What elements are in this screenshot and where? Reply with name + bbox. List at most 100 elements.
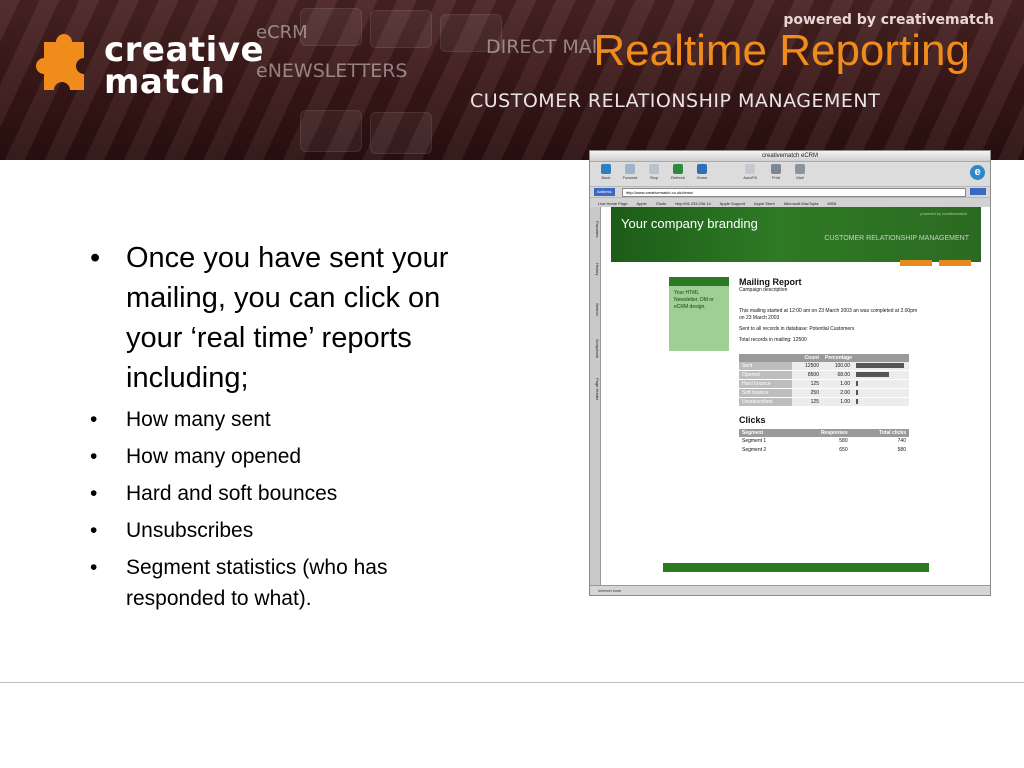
stat-bar-cell [853, 370, 909, 380]
campaign-description: Campaign description [739, 287, 788, 293]
autofill-icon [745, 164, 755, 174]
refresh-button[interactable]: Refresh [668, 164, 688, 182]
clicks-header-row: Segment Responses Total clicks [739, 429, 909, 437]
keyboard-key-decor [300, 8, 362, 46]
link-item[interactable]: iTools [656, 201, 666, 206]
link-item[interactable]: MSN [828, 201, 837, 206]
back-arrow-icon [601, 164, 611, 174]
stat-bar-cell [853, 397, 909, 407]
table-row: Unsubscribed 125 1.00 [739, 397, 909, 407]
design-placeholder-card: Your HTML Newsletter, DM or eCRM design. [669, 277, 729, 351]
home-label: Home [696, 175, 708, 180]
stop-icon [649, 164, 659, 174]
stat-label: Unsubscribed [739, 397, 793, 407]
link-item[interactable]: Live Home Page [598, 201, 628, 206]
stat-label: Sent [739, 362, 793, 371]
table-row: Sent 12500 100.00 [739, 362, 909, 371]
faint-newsletters: eNEWSLETTERS [256, 60, 408, 82]
stat-count: 125 [792, 379, 822, 389]
refresh-icon [673, 164, 683, 174]
side-tab-favorites[interactable]: Favorites [590, 211, 600, 247]
stat-bar-cell [853, 362, 909, 371]
total-records-text: Total records in mailing: 12500 [739, 337, 807, 343]
clicks-title: Clicks [739, 415, 766, 425]
side-tab-scrapbook[interactable]: Scrapbook [590, 331, 600, 367]
bullet-item: How many opened [84, 441, 464, 472]
report-title: Mailing Report [739, 277, 802, 287]
sent-to-text: Sent to all records in database: Potenti… [739, 326, 855, 332]
stats-table: Count Percentage Sent 12500 100.00 Opene… [739, 354, 909, 407]
print-label: Print [771, 175, 781, 180]
go-button[interactable] [970, 188, 986, 195]
stat-percentage: 100.00 [822, 362, 853, 371]
mail-button[interactable]: Mail [790, 164, 810, 182]
side-tab-page-holder[interactable]: Page Holder [590, 371, 600, 407]
address-input[interactable]: http://www.creativematch.co.uk/demo/ [622, 188, 966, 197]
mail-label: Mail [796, 175, 804, 180]
inner-powered-text: powered by creativematch [920, 211, 967, 216]
inner-orange-button[interactable] [899, 260, 932, 266]
stop-button[interactable]: Stop [644, 164, 664, 182]
keyboard-key-decor [370, 10, 432, 48]
header-banner: creative match eCRM eNEWSLETTERS DIRECT … [0, 0, 1024, 160]
table-row: Opened 8500 68.00 [739, 370, 909, 380]
footer-divider [0, 682, 1024, 683]
stat-bar [856, 372, 889, 378]
stat-count: 8500 [792, 370, 822, 380]
stat-count: 125 [792, 397, 822, 407]
link-item[interactable]: Microsoft MacTopia [784, 201, 818, 206]
stat-label: Hard bounce [739, 379, 793, 389]
clicks-segment: Segment 1 [739, 437, 793, 446]
status-bar: Internet zone [590, 585, 990, 595]
stat-percentage: 1.00 [822, 397, 853, 407]
keyboard-key-decor [370, 112, 432, 154]
forward-label: Forward [622, 175, 638, 180]
clicks-responses: 580 [792, 437, 851, 446]
bullet-item: Unsubscribes [84, 515, 464, 546]
home-button[interactable]: Home [692, 164, 712, 182]
forward-button[interactable]: Forward [620, 164, 640, 182]
clicks-header: Segment [739, 429, 793, 437]
inner-orange-button[interactable] [939, 260, 971, 266]
browser-screenshot: creativematch eCRM Back Forward Stop Ref… [589, 150, 991, 596]
mailing-report: Mailing Report Campaign description This… [739, 277, 939, 455]
faint-ecrm: eCRM [256, 22, 308, 43]
stats-header-row: Count Percentage [739, 354, 909, 362]
link-item[interactable]: Apple [636, 201, 646, 206]
back-button[interactable]: Back [596, 164, 616, 182]
keyboard-key-decor [300, 110, 362, 152]
stat-count: 250 [792, 388, 822, 398]
print-button[interactable]: Print [766, 164, 786, 182]
stat-percentage: 68.00 [822, 370, 853, 380]
browser-title-bar: creativematch eCRM [590, 151, 990, 162]
ie-logo-icon: e [970, 165, 985, 180]
explorer-side-tabs: Favorites History Search Scrapbook Page … [590, 207, 601, 586]
table-row: Soft bounce 250 2.00 [739, 388, 909, 398]
table-row: Segment 2 650 580 [739, 445, 909, 455]
clicks-table: Segment Responses Total clicks Segment 1… [739, 429, 909, 455]
link-item[interactable]: Apple Support [720, 201, 745, 206]
stat-bar [856, 381, 858, 387]
clicks-responses: 650 [792, 445, 851, 455]
bullet-list: Once you have sent your mailing, you can… [84, 238, 464, 620]
side-tab-search[interactable]: Search [590, 291, 600, 327]
clicks-header: Total clicks [850, 429, 909, 437]
inner-button-group [897, 253, 971, 271]
stat-bar-cell [853, 379, 909, 389]
stat-bar-cell [853, 388, 909, 398]
inner-crm-text: CUSTOMER RELATIONSHIP MANAGEMENT [824, 235, 969, 242]
company-branding-banner: Your company branding powered by creativ… [611, 207, 981, 266]
autofill-label: AutoFill [743, 175, 757, 180]
stat-bar [856, 399, 858, 405]
side-tab-history[interactable]: History [590, 251, 600, 287]
page-title: Realtime Reporting [593, 26, 970, 75]
link-item[interactable]: Apple Store [754, 201, 775, 206]
stat-label: Soft bounce [739, 388, 793, 398]
stop-label: Stop [649, 175, 659, 180]
card-text: Your HTML Newsletter, DM or eCRM design. [674, 290, 714, 310]
link-item[interactable]: http://94.233.206.14 [675, 201, 711, 206]
clicks-total: 580 [850, 445, 909, 455]
stat-count: 12500 [792, 362, 822, 371]
autofill-button[interactable]: AutoFill [740, 164, 760, 182]
card-header [669, 277, 729, 286]
